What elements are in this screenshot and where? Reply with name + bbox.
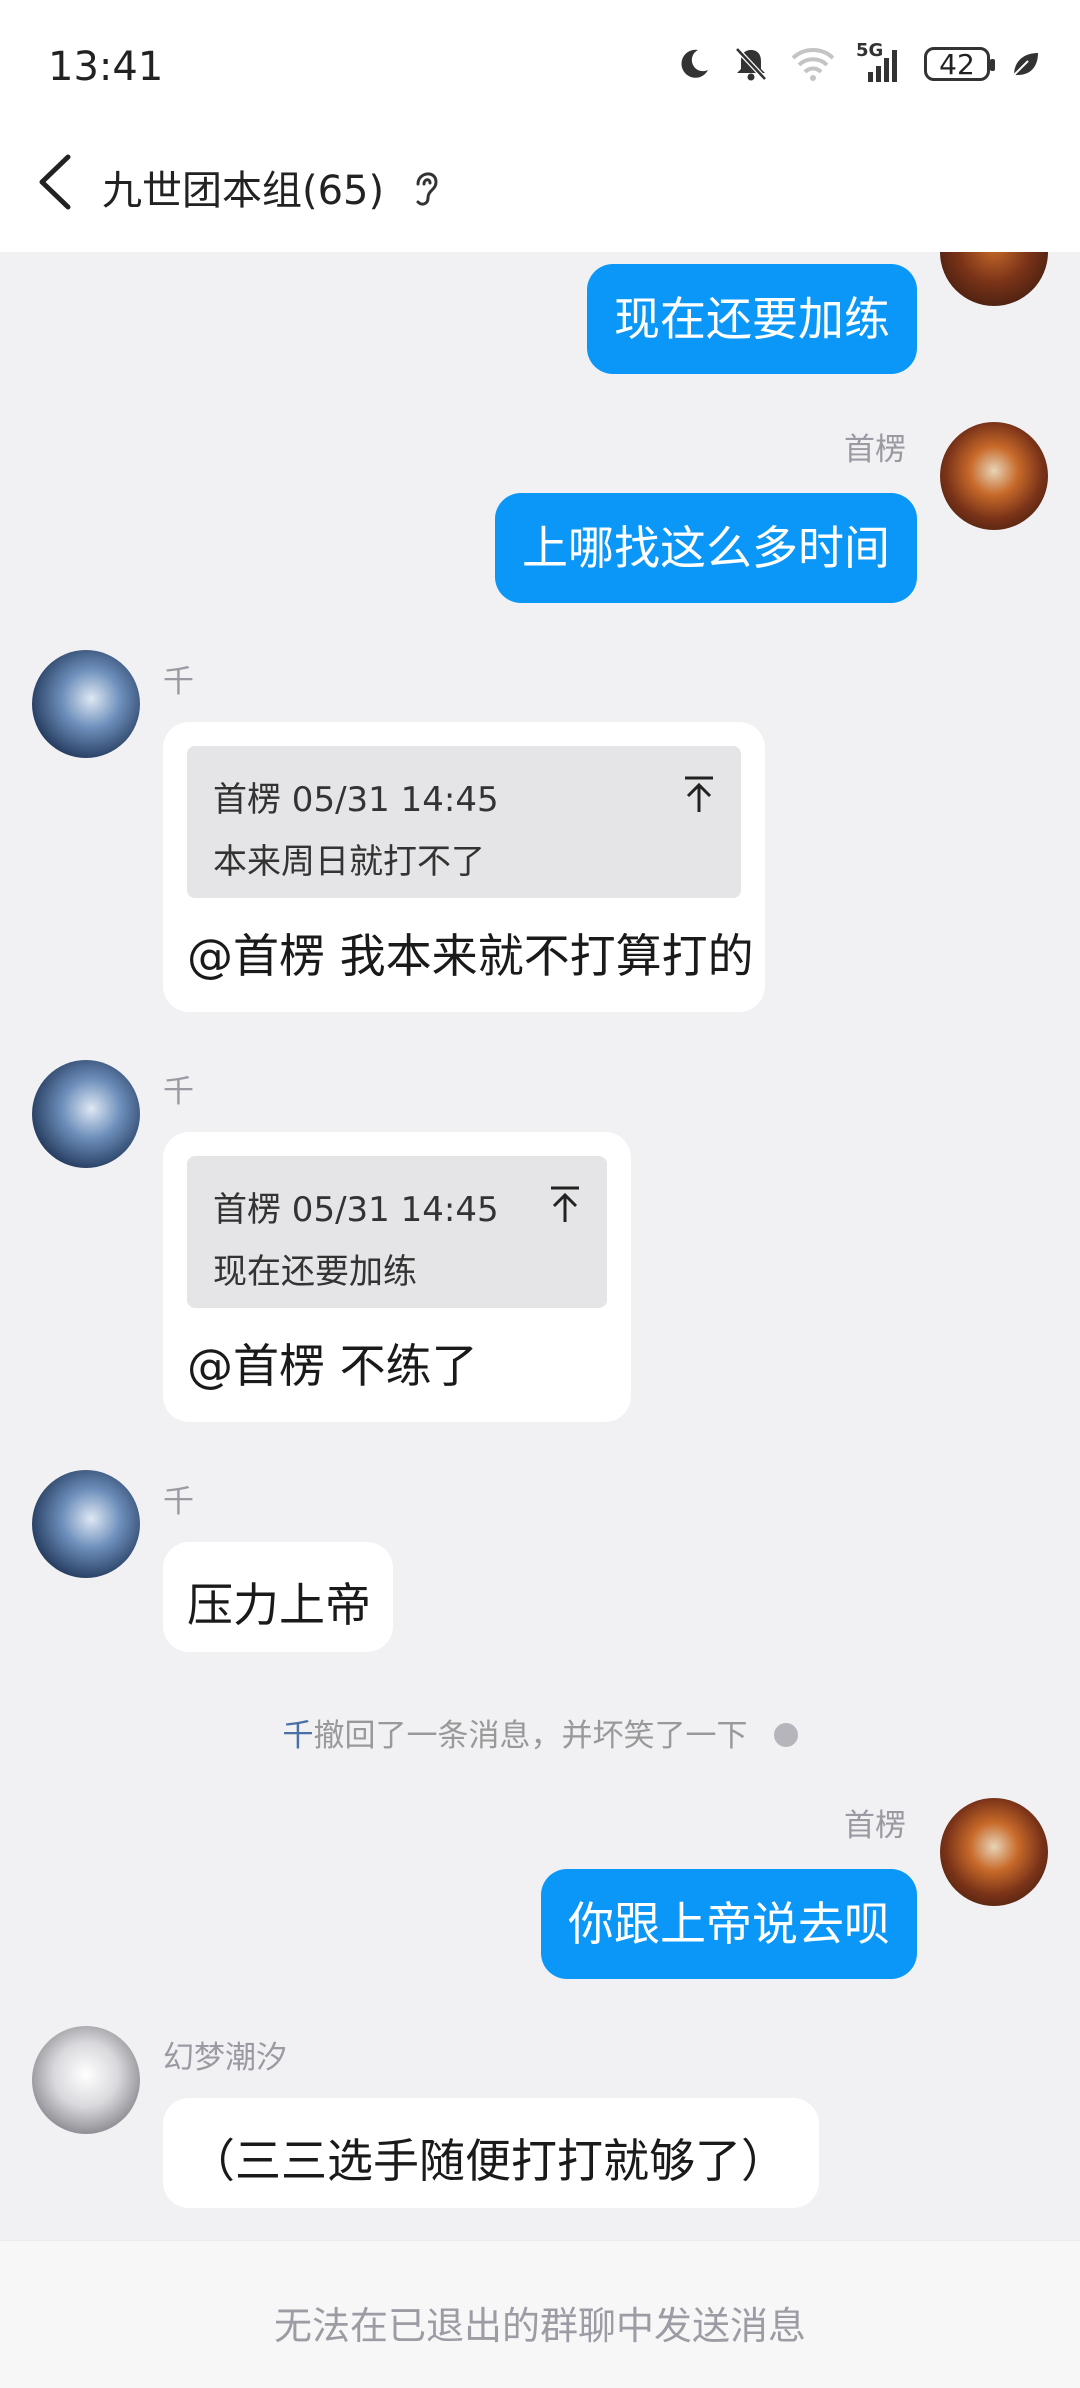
close-icon[interactable] xyxy=(773,1722,798,1747)
bell-off-icon xyxy=(735,47,767,81)
avatar[interactable] xyxy=(940,422,1048,530)
cannot-send-notice: 无法在已退出的群聊中发送消息 xyxy=(273,2304,806,2348)
avatar[interactable] xyxy=(32,1470,140,1578)
status-icons: 5G 42 xyxy=(676,40,1040,84)
chat-area[interactable]: 现在还要加练 首楞 上哪找这么多时间 千 首楞 05/31 14:45 本来周日… xyxy=(0,252,1080,2240)
sender-name: 首楞 xyxy=(844,1808,906,1844)
battery-icon: 42 xyxy=(924,47,995,81)
status-time: 13:41 xyxy=(48,44,164,90)
avatar[interactable] xyxy=(32,2026,140,2134)
avatar[interactable] xyxy=(940,252,1048,306)
wifi-icon xyxy=(791,48,835,81)
message-text: @首楞 不练了 xyxy=(187,1339,478,1393)
recall-user-name[interactable]: 千 xyxy=(283,1718,314,1754)
ear-icon xyxy=(416,172,438,206)
sender-name: 首楞 xyxy=(844,432,906,468)
jump-to-original-icon[interactable] xyxy=(547,1184,583,1224)
message-bubble-outgoing[interactable]: 你跟上帝说去呗 xyxy=(541,1869,917,1979)
message-bubble-outgoing[interactable]: 现在还要加练 xyxy=(587,264,917,374)
quoted-header: 首楞 05/31 14:45 xyxy=(213,780,499,820)
sender-name: 千 xyxy=(163,1074,194,1110)
avatar[interactable] xyxy=(32,650,140,758)
back-button[interactable] xyxy=(34,152,78,216)
recall-notice: 千撤回了一条消息，并坏笑了一下 xyxy=(0,1710,1080,1755)
message-text: （三三选手随便打打就够了） xyxy=(189,2134,787,2188)
chevron-left-icon xyxy=(39,154,71,210)
quoted-text: 本来周日就打不了 xyxy=(213,842,485,882)
message-text: @首楞 我本来就不打算打的 xyxy=(187,929,754,983)
avatar[interactable] xyxy=(940,1798,1048,1906)
top-bar: 13:41 5G 42 九世团本组(65) xyxy=(0,0,1080,252)
sender-name: 千 xyxy=(163,664,194,700)
signal-icon: 5G xyxy=(856,40,904,84)
bottom-bar: 无法在已退出的群聊中发送消息 xyxy=(0,2240,1080,2388)
sender-name: 幻梦潮汐 xyxy=(163,2040,287,2076)
quoted-message[interactable]: 首楞 05/31 14:45 现在还要加练 xyxy=(187,1156,607,1308)
message-bubble-incoming[interactable]: 首楞 05/31 14:45 本来周日就打不了 @首楞 我本来就不打算打的 xyxy=(163,722,765,1012)
message-bubble-outgoing[interactable]: 上哪找这么多时间 xyxy=(495,493,917,603)
sender-name: 千 xyxy=(163,1484,194,1520)
jump-to-original-icon[interactable] xyxy=(681,774,717,814)
recall-text: 撤回了一条消息，并坏笑了一下 xyxy=(313,1718,748,1754)
message-text: 压力上帝 xyxy=(187,1578,371,1632)
quoted-header: 首楞 05/31 14:45 xyxy=(213,1190,499,1230)
message-bubble-incoming[interactable]: （三三选手随便打打就够了） xyxy=(163,2098,819,2208)
chat-title[interactable]: 九世团本组(65) xyxy=(102,158,384,216)
quoted-message[interactable]: 首楞 05/31 14:45 本来周日就打不了 xyxy=(187,746,741,898)
avatar[interactable] xyxy=(32,1060,140,1168)
ear-mode-button[interactable] xyxy=(410,164,442,212)
leaf-icon xyxy=(1013,53,1038,76)
message-bubble-incoming[interactable]: 压力上帝 xyxy=(163,1542,393,1652)
moon-icon xyxy=(681,49,708,78)
battery-level: 42 xyxy=(939,47,975,81)
quoted-text: 现在还要加练 xyxy=(213,1252,417,1292)
message-bubble-incoming[interactable]: 首楞 05/31 14:45 现在还要加练 @首楞 不练了 xyxy=(163,1132,631,1422)
